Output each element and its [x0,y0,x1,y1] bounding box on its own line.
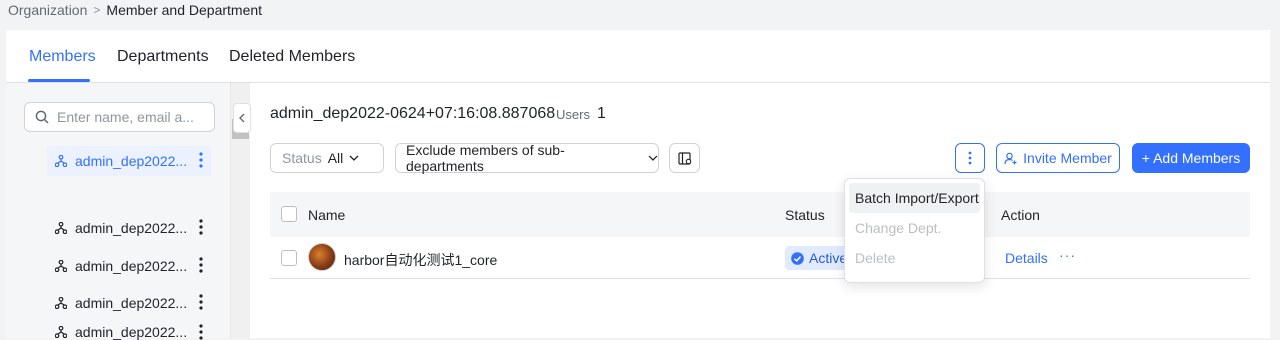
table-row: harbor自动化测试1_core Active Details ··· [270,237,1250,279]
check-circle-icon [791,251,804,265]
more-vertical-icon[interactable] [199,152,203,168]
collapse-sidebar-button[interactable] [233,103,251,133]
sub-department-scope-select[interactable]: Exclude members of sub-departments [395,142,659,174]
invite-member-button[interactable]: Invite Member [996,143,1120,173]
menu-item-delete[interactable]: Delete [849,243,980,273]
column-header-status: Status [785,207,825,223]
users-label: Users [556,107,590,122]
status-filter-label: Status [282,150,322,166]
sidebar-item-label: admin_dep2022... [75,295,188,311]
menu-item-change-dept[interactable]: Change Dept. [849,213,980,243]
chevron-right-icon: > [93,3,101,17]
more-actions-dropdown: Batch Import/Export Change Dept. Delete [844,178,985,283]
invite-member-label: Invite Member [1023,150,1112,166]
sidebar-search[interactable] [24,102,215,132]
scope-select-value: Exclude members of sub-departments [406,142,565,174]
status-filter[interactable]: Status All [270,143,384,173]
sidebar-item-department[interactable]: admin_dep2022... [47,251,211,281]
add-user-icon [1004,152,1017,164]
sidebar-item-department[interactable]: admin_dep2022... [47,213,211,243]
tab-members[interactable]: Members [29,48,96,66]
breadcrumb-root[interactable]: Organization [8,2,87,18]
search-input[interactable] [57,109,207,125]
department-sidebar: admin_dep2022... admin_dep2022... admin_… [6,83,230,340]
org-tree-icon [55,222,67,234]
tab-bar: Members Departments Deleted Members [6,30,1270,83]
column-header-action: Action [1001,207,1040,223]
more-vertical-icon[interactable] [199,294,203,310]
sidebar-item-department[interactable]: admin_dep2022... [47,146,211,176]
column-header-name: Name [308,207,346,223]
column-settings-icon [677,151,691,165]
more-vertical-icon[interactable] [199,219,203,235]
status-text: Active [809,250,848,266]
member-name[interactable]: harbor自动化测试1_core [344,250,497,270]
sidebar-item-department[interactable]: admin_dep2022... [47,288,211,318]
more-vertical-icon[interactable] [199,257,203,273]
org-tree-icon [55,155,67,167]
breadcrumb: Organization > Member and Department [8,0,262,20]
department-title: admin_dep2022-0624+07:16:08.887068 [270,105,556,122]
status-filter-value: All [327,150,344,166]
sidebar-item-label: admin_dep2022... [75,258,188,274]
org-tree-icon [55,260,67,272]
column-settings-button[interactable] [669,143,700,173]
users-count: 1 [597,105,606,122]
add-members-label: + Add Members [1141,150,1241,166]
sidebar-item-department[interactable]: admin_dep2022... [47,324,211,340]
breadcrumb-current: Member and Department [106,2,263,18]
org-tree-icon [55,326,67,338]
chevron-down-icon [648,155,658,161]
org-tree-icon [55,297,67,309]
avatar [308,243,336,271]
table-header: Name Status Action [270,192,1250,237]
select-all-checkbox[interactable] [281,206,297,222]
active-tab-indicator [28,79,90,82]
row-checkbox[interactable] [281,250,297,266]
more-vertical-icon [968,151,972,165]
more-actions-button[interactable] [955,143,985,173]
sidebar-item-label: admin_dep2022... [75,220,188,236]
menu-item-batch-import-export[interactable]: Batch Import/Export [849,183,980,213]
chevron-down-icon [349,155,359,161]
tab-deleted-members[interactable]: Deleted Members [229,48,355,66]
chevron-left-icon [239,113,245,123]
sidebar-item-label: admin_dep2022... [75,153,188,169]
details-link[interactable]: Details [1005,250,1048,266]
main-panel: Members Departments Deleted Members admi… [6,30,1270,340]
add-members-button[interactable]: + Add Members [1132,143,1250,173]
row-more-icon[interactable]: ··· [1059,247,1076,263]
search-icon [35,110,49,124]
tab-departments[interactable]: Departments [117,48,209,66]
